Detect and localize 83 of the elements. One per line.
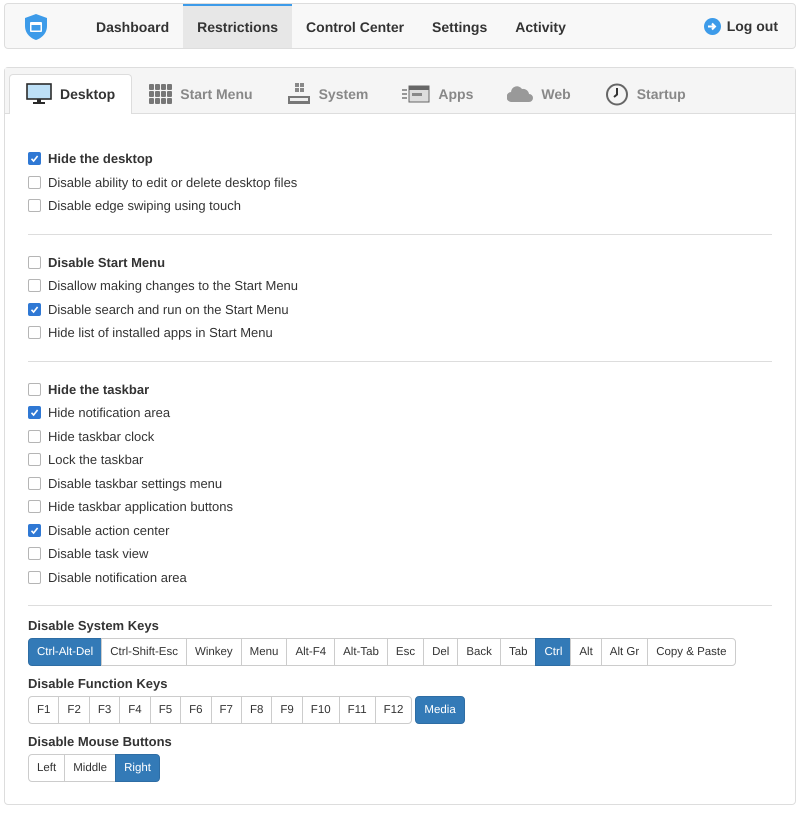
window-icon xyxy=(402,84,430,104)
option-label: Hide list of installed apps in Start Menu xyxy=(48,325,273,340)
key-toggle-button[interactable]: Ctrl-Alt-Del xyxy=(28,638,102,666)
option-label: Hide taskbar application buttons xyxy=(48,499,234,514)
checkmark-icon xyxy=(30,408,39,418)
checkbox[interactable] xyxy=(28,382,41,396)
key-toggle-button[interactable]: Ctrl-Shift-Esc xyxy=(101,638,187,666)
key-toggle-button[interactable]: Tab xyxy=(500,638,536,666)
grid-icon xyxy=(149,84,172,104)
cloud-icon xyxy=(507,86,534,102)
logout-link[interactable]: Log out xyxy=(704,4,795,48)
monitor-icon xyxy=(26,83,52,105)
checkbox[interactable] xyxy=(28,570,41,584)
key-toggle-button[interactable]: F9 xyxy=(271,696,303,724)
checkbox[interactable] xyxy=(28,547,41,560)
key-toggle-button[interactable]: F12 xyxy=(374,696,412,724)
option-label: Disable search and run on the Start Menu xyxy=(48,302,289,317)
group-heading: Disable Function Keys xyxy=(28,676,168,691)
key-toggle-button[interactable]: F1 xyxy=(28,696,60,724)
option-label: Hide the taskbar xyxy=(48,382,150,397)
key-toggle-button[interactable]: F5 xyxy=(150,696,182,724)
checkbox[interactable] xyxy=(28,176,41,189)
key-toggle-button[interactable]: Alt Gr xyxy=(600,638,648,666)
key-toggle-button[interactable]: Middle xyxy=(64,754,116,782)
option-label: Hide taskbar clock xyxy=(48,428,154,444)
option-label: Disallow making changes to the Start Menu xyxy=(48,278,298,294)
key-toggle-button[interactable]: F3 xyxy=(88,696,120,724)
key-toggle-button[interactable]: Left xyxy=(28,754,66,782)
checkbox[interactable] xyxy=(28,279,41,292)
nav-tab[interactable]: Control Center xyxy=(292,4,418,48)
key-toggle-button[interactable]: Alt-F4 xyxy=(286,638,336,666)
key-toggle-button[interactable]: Winkey xyxy=(186,638,242,666)
nav-tab[interactable]: Restrictions xyxy=(183,4,292,48)
key-toggle-button[interactable]: F8 xyxy=(240,696,272,724)
nav-tab[interactable]: Activity xyxy=(501,4,580,48)
key-toggle-button[interactable]: Esc xyxy=(386,638,424,666)
option-label: Disable action center xyxy=(48,522,170,538)
nav-tab[interactable]: Settings xyxy=(418,4,502,48)
key-toggle-button[interactable]: Alt-Tab xyxy=(334,638,388,666)
option-label: Disable Start Menu xyxy=(48,254,166,270)
option-label: Disable ability to edit or delete desktop files xyxy=(48,174,298,190)
key-toggle-button[interactable]: F10 xyxy=(302,696,340,724)
group-heading: Disable Mouse Buttons xyxy=(28,734,173,749)
key-toggle-button[interactable]: F4 xyxy=(119,696,151,724)
tab[interactable]: Desktop xyxy=(9,74,132,114)
key-toggle-button[interactable]: Alt xyxy=(570,638,602,666)
checkbox[interactable] xyxy=(28,453,41,466)
option-label: Lock the taskbar xyxy=(48,452,144,468)
checkmark-icon xyxy=(30,154,39,164)
option-label: Disable taskbar settings menu xyxy=(48,476,222,491)
key-toggle-button[interactable]: F7 xyxy=(210,696,242,724)
key-toggle-button[interactable]: Menu xyxy=(240,638,288,666)
option-label: Hide the desktop xyxy=(48,151,153,166)
checkbox[interactable] xyxy=(28,152,41,166)
checkbox[interactable] xyxy=(28,302,41,316)
key-toggle-button[interactable]: F2 xyxy=(58,696,90,724)
key-toggle-button[interactable]: Del xyxy=(423,638,458,666)
option-label: Disable notification area xyxy=(48,570,187,585)
option-label: Disable edge swiping using touch xyxy=(48,198,241,214)
checkbox[interactable] xyxy=(28,524,41,537)
computer-icon xyxy=(286,82,311,106)
option-label: Disable task view xyxy=(48,546,148,562)
checkmark-icon xyxy=(30,526,39,535)
checkbox[interactable] xyxy=(28,326,41,340)
nav-tab[interactable]: Dashboard xyxy=(82,4,184,48)
checkbox[interactable] xyxy=(28,500,41,514)
clock-icon xyxy=(604,82,629,106)
key-toggle-button[interactable]: F11 xyxy=(338,696,376,724)
checkmark-icon xyxy=(30,304,39,314)
key-toggle-button[interactable]: Ctrl xyxy=(535,638,572,666)
key-toggle-button[interactable]: Right xyxy=(115,754,160,782)
key-toggle-button[interactable]: Back xyxy=(457,638,501,666)
key-toggle-button[interactable]: F6 xyxy=(180,696,212,724)
checkbox[interactable] xyxy=(28,199,41,212)
key-toggle-button[interactable]: Copy & Paste xyxy=(647,638,736,666)
group-heading: Disable System Keys xyxy=(28,618,160,633)
checkbox[interactable] xyxy=(28,256,41,269)
shield-icon xyxy=(24,13,48,41)
checkbox[interactable] xyxy=(28,476,41,490)
checkbox[interactable] xyxy=(28,430,41,443)
option-label: Hide notification area xyxy=(48,405,170,420)
key-toggle-button[interactable]: Media xyxy=(415,696,465,724)
checkbox[interactable] xyxy=(28,406,41,420)
